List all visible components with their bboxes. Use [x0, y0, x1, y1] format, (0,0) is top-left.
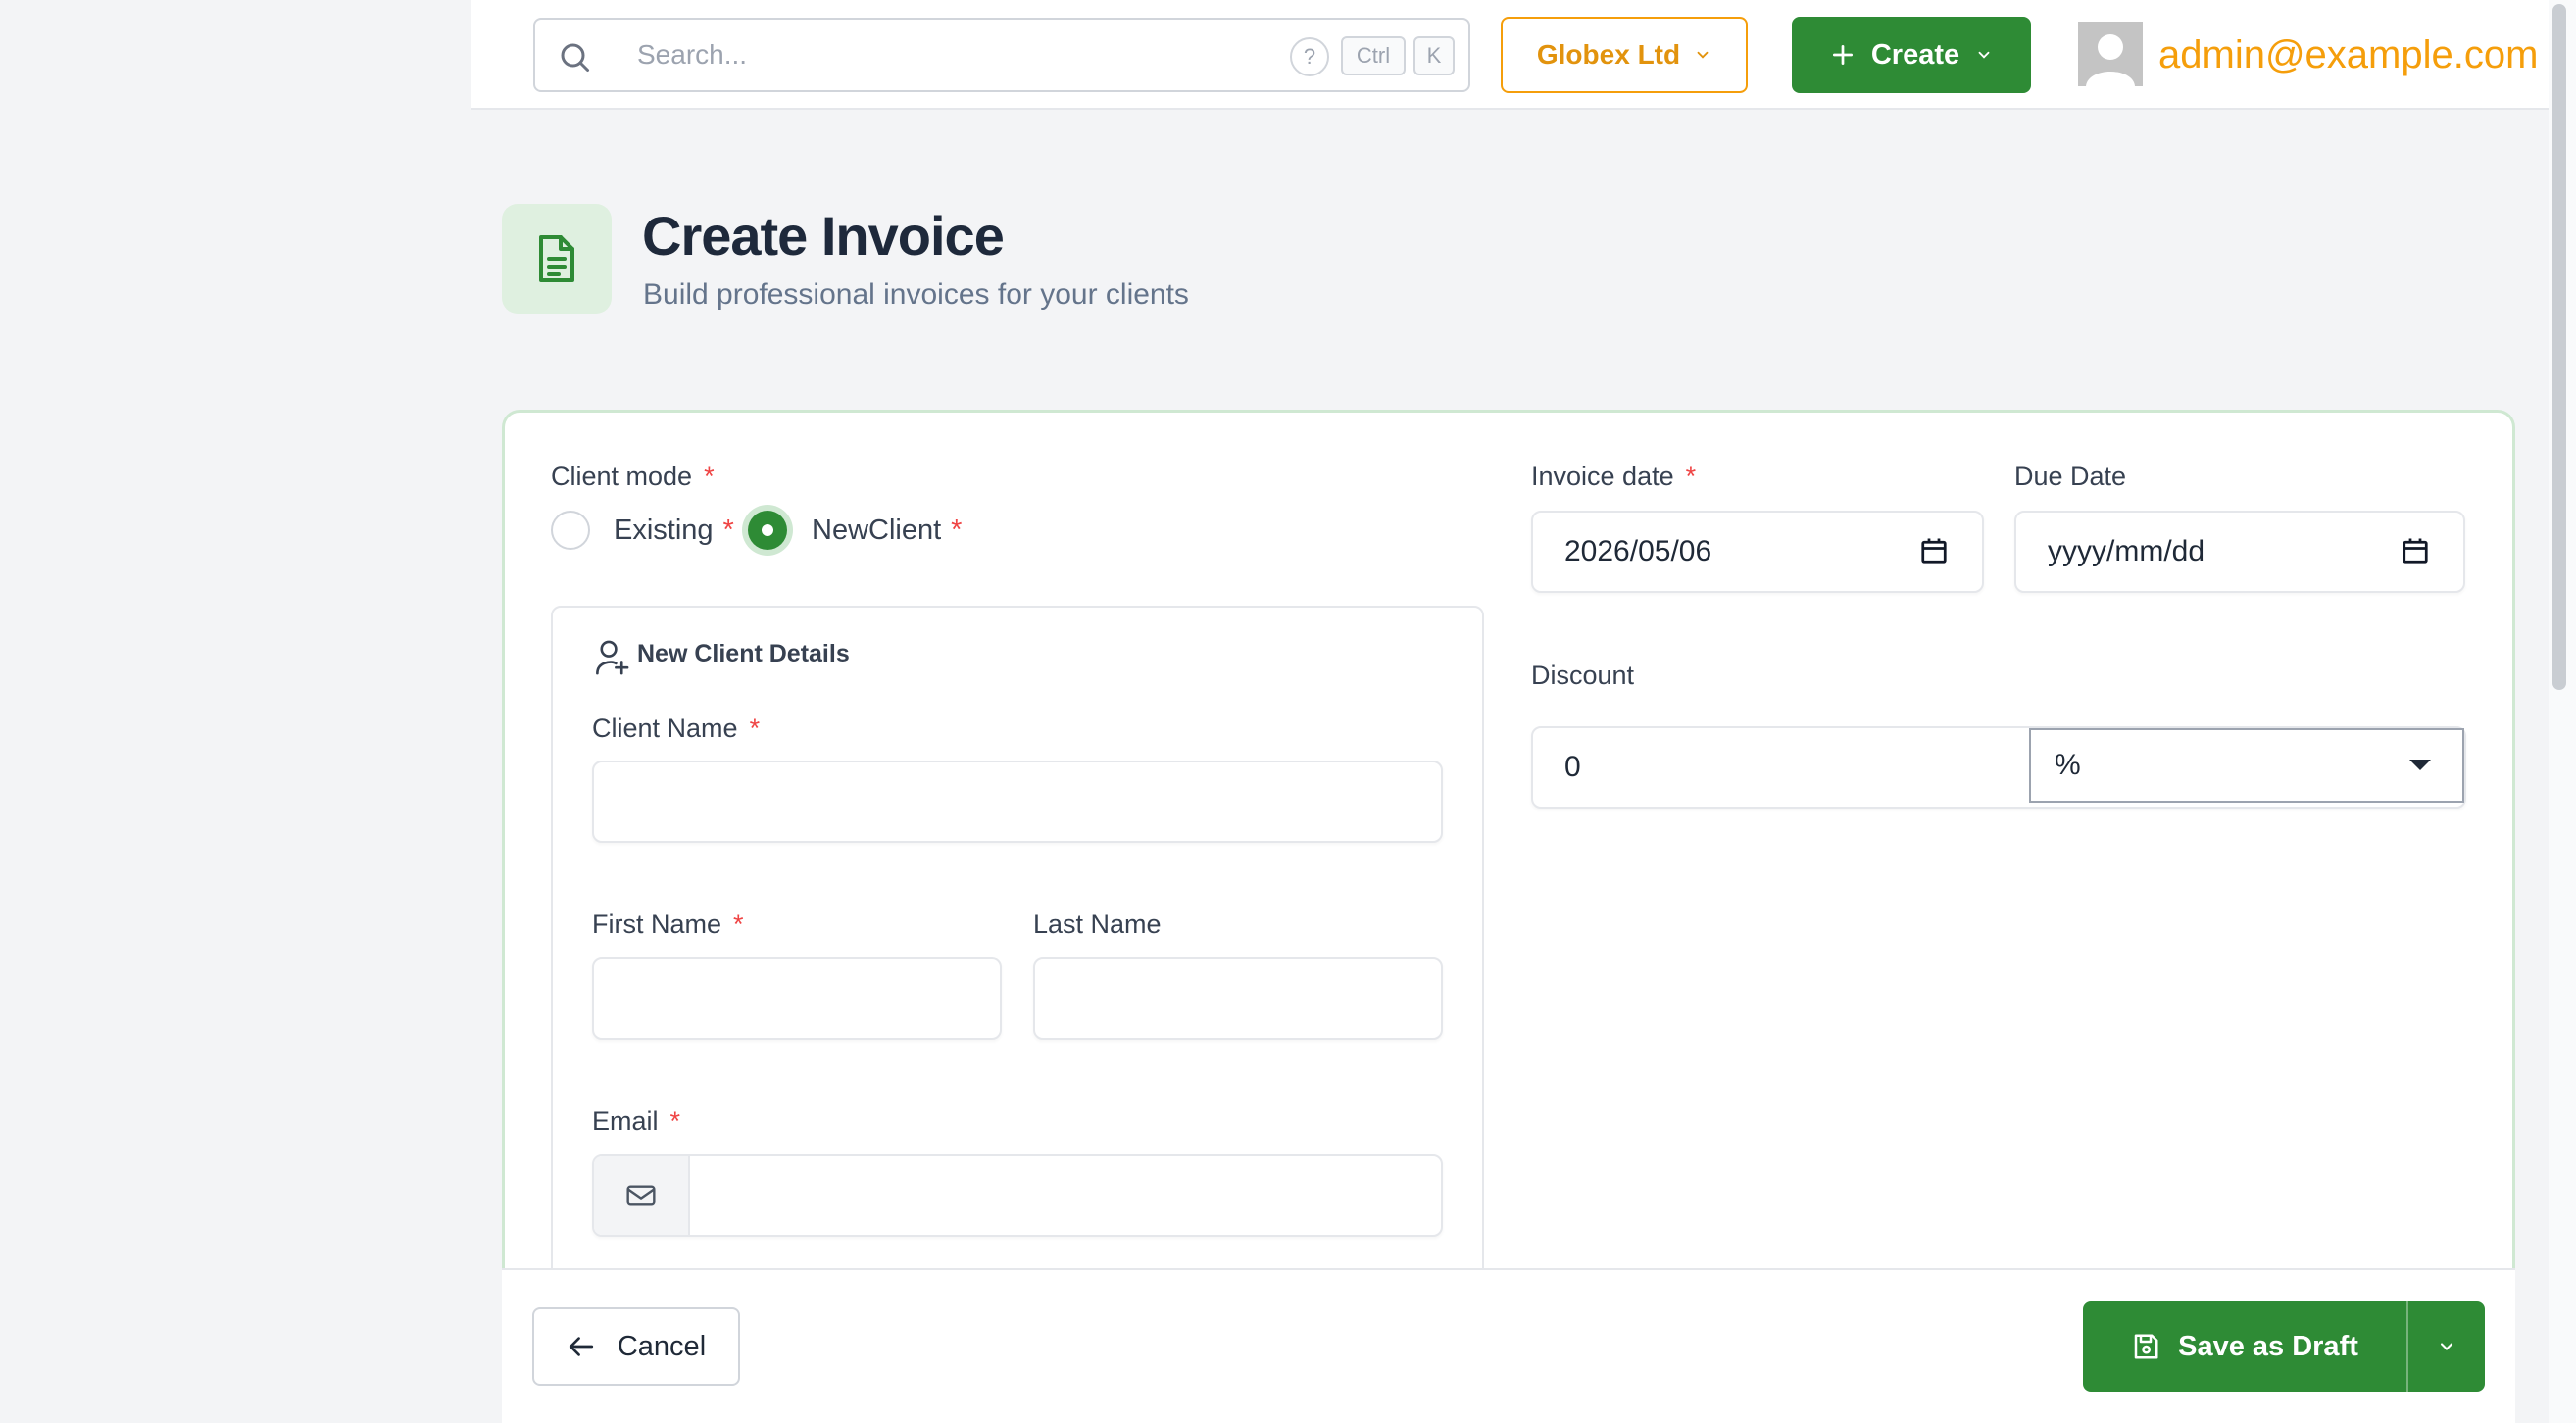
scrollbar-thumb[interactable] — [2552, 4, 2566, 690]
create-label: Create — [1870, 38, 1960, 71]
save-draft-button[interactable]: Save as Draft — [2083, 1301, 2406, 1392]
email-label: Email * — [592, 1106, 681, 1136]
invoice-date-label: Invoice date * — [1531, 462, 1697, 491]
radio-new-client-label[interactable]: NewClient * — [812, 515, 962, 547]
page-title: Create Invoice — [642, 205, 1005, 267]
search-input[interactable]: Search... — [637, 20, 747, 90]
search-icon — [561, 43, 589, 72]
calendar-icon[interactable] — [2401, 536, 2430, 565]
search-box[interactable]: Search... ? Ctrl K — [533, 18, 1470, 92]
page-subtitle: Build professional invoices for your cli… — [643, 278, 1189, 311]
top-bar: Search... ? Ctrl K Globex Ltd Create adm… — [471, 0, 2549, 110]
client-name-field[interactable] — [592, 761, 1443, 843]
mail-icon — [626, 1185, 656, 1206]
client-name-label: Client Name * — [592, 713, 761, 743]
save-draft-group: Save as Draft — [2083, 1301, 2485, 1392]
calendar-icon[interactable] — [1919, 536, 1949, 565]
chevron-down-icon — [2440, 1343, 2453, 1350]
radio-new-client[interactable] — [748, 511, 787, 550]
first-name-label: First Name * — [592, 909, 744, 939]
email-prefix — [594, 1156, 690, 1235]
user-avatar-icon — [2086, 34, 2135, 86]
sidebar-area — [0, 0, 471, 1423]
due-date-label: Due Date — [2014, 462, 2127, 491]
user-email-link[interactable]: admin@example.com — [2158, 0, 2538, 110]
cancel-label: Cancel — [617, 1330, 707, 1362]
discount-value: 0 — [1564, 751, 1581, 783]
due-date-placeholder: yyyy/mm/dd — [2048, 535, 2205, 567]
shortcut-k-key: K — [1413, 36, 1455, 75]
company-name: Globex Ltd — [1536, 39, 1681, 70]
create-button[interactable]: Create — [1792, 17, 2031, 93]
invoice-date-field[interactable]: 2026/05/06 — [1531, 511, 1984, 593]
discount-label: Discount — [1531, 661, 1635, 690]
avatar[interactable] — [2078, 22, 2143, 86]
arrow-left-icon — [569, 1337, 593, 1356]
save-draft-label: Save as Draft — [2178, 1330, 2358, 1362]
discount-type-select[interactable]: % — [2029, 728, 2464, 803]
last-name-label: Last Name — [1033, 909, 1162, 939]
first-name-field[interactable] — [592, 957, 1002, 1040]
plus-icon — [1832, 44, 1853, 66]
help-icon[interactable]: ? — [1290, 37, 1329, 76]
invoice-icon — [502, 204, 612, 314]
user-plus-icon — [596, 640, 629, 675]
radio-existing[interactable] — [551, 511, 590, 550]
new-client-title: New Client Details — [637, 640, 850, 667]
cancel-button[interactable]: Cancel — [532, 1307, 740, 1386]
last-name-field[interactable] — [1033, 957, 1443, 1040]
chevron-down-icon — [1978, 51, 1990, 59]
chevron-down-icon — [1697, 51, 1709, 59]
company-switcher-button[interactable]: Globex Ltd — [1501, 17, 1748, 93]
caret-down-icon — [2409, 760, 2431, 770]
email-field[interactable] — [592, 1154, 1443, 1237]
discount-type-value: % — [2055, 749, 2081, 781]
radio-existing-label[interactable]: Existing * — [614, 515, 734, 547]
save-icon — [2134, 1334, 2158, 1359]
save-options-toggle[interactable] — [2408, 1301, 2485, 1392]
client-mode-label: Client mode * — [551, 462, 715, 491]
shortcut-ctrl-key: Ctrl — [1341, 36, 1406, 75]
due-date-field[interactable]: yyyy/mm/dd — [2014, 511, 2465, 593]
invoice-date-value: 2026/05/06 — [1564, 535, 1712, 567]
